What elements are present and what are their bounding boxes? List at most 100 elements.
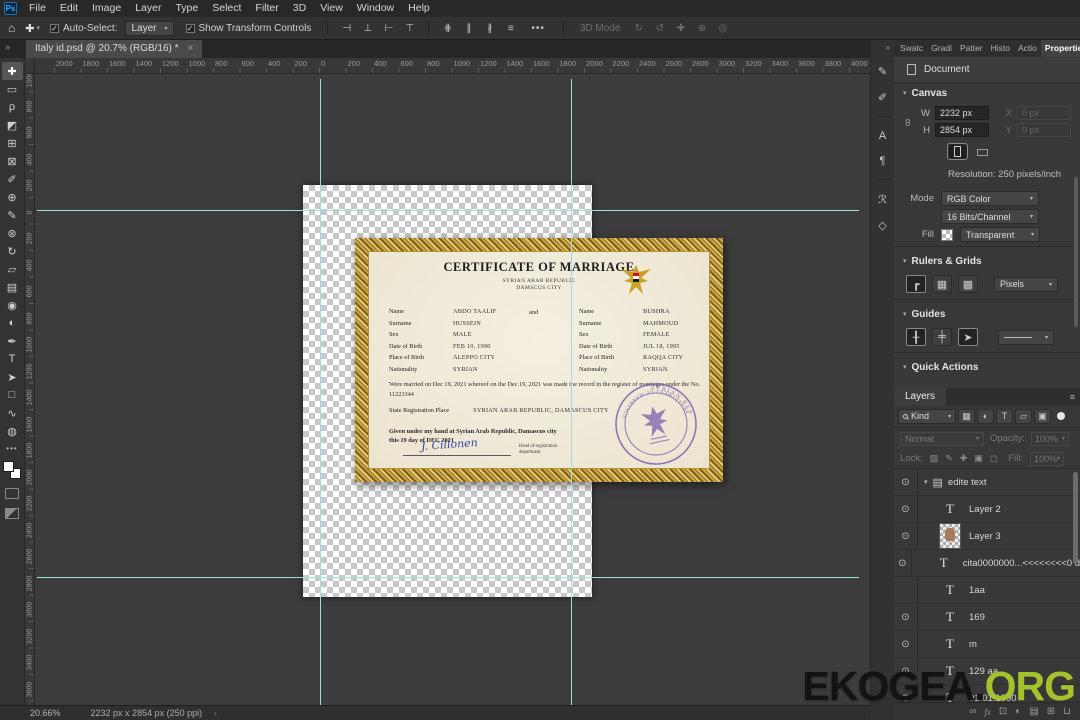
layer-row[interactable]: ⊙ ▾ ▤ edite text [894,469,1080,496]
3d-panel-icon[interactable]: ◇ [878,219,886,232]
object-selection-tool[interactable]: ◩ [2,116,23,134]
panel-tab-properties[interactable]: Properties [1040,40,1080,57]
vertical-ruler[interactable]: 1000 800 600 400 200 0 200 400 600 800 1000 1200 140… [25,74,35,705]
paragraph-panel-icon[interactable]: ¶ [880,155,886,167]
lasso-tool[interactable]: ρ [2,98,23,116]
gradient-tool[interactable]: ▤ [2,278,23,296]
grid-toggle-icon[interactable]: ▦ [932,275,952,293]
horizontal-ruler[interactable]: 2000 1800 1600 1400 1200 1000 800 600 400 200 0 200… [35,58,870,74]
width-input[interactable]: 2232 px [935,106,989,120]
guides-section-header[interactable]: ▾ Guides [894,304,1080,324]
brushes-icon[interactable]: ✐ [878,91,887,104]
portrait-orientation-button[interactable] [947,143,968,160]
panel-tab-patter[interactable]: Patter [956,40,987,57]
clone-stamp-tool[interactable]: ⊛ [2,224,23,242]
distribute-horizontal-icon[interactable]: ≡ [502,23,519,34]
properties-scrollbar[interactable] [1074,177,1078,327]
panel-tab-histo[interactable]: Histo [987,40,1014,57]
vertical-guide[interactable] [571,79,572,705]
visibility-toggle[interactable]: ⊙ [894,496,918,522]
edit-guides-icon[interactable]: ➤ [958,328,978,346]
visibility-toggle[interactable]: ⊙ [894,523,918,549]
lock-paint-icon[interactable]: ✎ [945,453,953,464]
tab-layers[interactable]: Layers [894,388,947,405]
adjustment-filter-icon[interactable]: ◐ [977,408,994,424]
status-chevron-icon[interactable]: › [214,709,217,718]
layer-row[interactable]: ⊙ T Layer 2 [894,496,1080,523]
menu-window[interactable]: Window [350,0,401,17]
quick-mask-button[interactable] [5,488,19,499]
lock-position-icon[interactable]: ✚ [960,453,968,464]
visibility-toggle[interactable]: ⊙ [894,469,918,495]
panel-tab-actio[interactable]: Actio [1014,40,1041,57]
auto-select-checkbox[interactable]: ✓ [49,23,59,33]
screen-mode-button[interactable] [5,508,19,519]
lock-all-icon[interactable]: ◻ [990,453,997,464]
certificate-image-layer[interactable]: CERTIFICATE OF MARRIAGE SYRIAN ARAB REPU… [355,238,723,482]
distribute-top-icon[interactable]: ⋕ [439,23,456,34]
menu-edit[interactable]: Edit [53,0,85,17]
layers-scrollbar[interactable] [1073,472,1078,564]
menu-type[interactable]: Type [168,0,205,17]
guides-toggle-icon[interactable]: ╂ [906,328,926,346]
fill-dropdown[interactable]: Transparent ▾ [960,227,1040,242]
layer-row[interactable]: ⊙ Tm [894,631,1080,658]
move-tool-icon[interactable]: ✚ [25,22,34,35]
align-center-horizontal-icon[interactable]: ⊥ [359,23,376,34]
type-filter-icon[interactable]: T [996,408,1013,424]
horizontal-guide[interactable] [37,577,859,578]
menu-image[interactable]: Image [85,0,128,17]
rectangle-tool[interactable]: □ [2,386,23,404]
history-brush-tool[interactable]: ↻ [2,242,23,260]
hand-tool[interactable]: ∿ [2,404,23,422]
color-swatches[interactable] [3,461,21,479]
filter-toggle[interactable] [1057,412,1065,420]
smart-object-filter-icon[interactable]: ▣ [1034,408,1051,424]
layer-row[interactable]: ⊙ T 169 [894,604,1080,631]
color-mode-dropdown[interactable]: RGB Color ▾ [941,191,1039,206]
chevron-down-icon[interactable]: ▾ [924,478,928,486]
brush-tool[interactable]: ✎ [2,206,23,224]
home-icon[interactable]: ⌂ [8,21,15,35]
units-dropdown[interactable]: Pixels ▾ [994,276,1058,292]
distribute-bottom-icon[interactable]: ∦ [481,23,498,34]
crop-tool[interactable]: ⊞ [2,134,23,152]
panel-menu-icon[interactable]: ≡ [1070,392,1075,402]
blur-tool[interactable]: ◉ [2,296,23,314]
glyphs-panel-icon[interactable]: ℛ [878,193,887,206]
ruler-corner[interactable] [25,58,35,74]
landscape-orientation-button[interactable] [973,144,992,161]
zoom-tool[interactable]: ◍ [2,422,23,440]
more-tools-button[interactable]: ••• [0,444,24,453]
shape-filter-icon[interactable]: ▱ [1015,408,1032,424]
pixel-filter-icon[interactable]: ▦ [958,408,975,424]
kind-filter-dropdown[interactable]: Kind ▾ [898,408,956,424]
foreground-color-swatch[interactable] [3,461,14,472]
layer-row[interactable]: ⊙ Tcita0000000...<<<<<<<<0 d [894,550,1080,577]
ruler-toggle-icon[interactable]: ┏ [906,275,926,293]
height-input[interactable]: 2854 px [935,123,989,137]
close-icon[interactable]: × [188,40,194,58]
panel-tab-gradi[interactable]: Gradi [927,40,956,57]
fill-swatch[interactable] [941,228,953,241]
link-dimensions-icon[interactable]: 8 [905,118,911,129]
show-transform-checkbox[interactable]: ✓ [185,23,195,33]
marquee-tool[interactable]: ▭ [2,80,23,98]
visibility-toggle[interactable]: ⊙ [894,604,918,630]
pen-tool[interactable]: ✒ [2,332,23,350]
align-top-icon[interactable]: ⊤ [401,23,418,34]
type-tool[interactable]: T [2,350,23,368]
eyedropper-tool[interactable]: ✐ [2,170,23,188]
menu-layer[interactable]: Layer [128,0,168,17]
move-tool[interactable]: ✚ [1,62,23,80]
distribute-vertical-icon[interactable]: ∥ [460,23,477,34]
menu-help[interactable]: Help [401,0,437,17]
menu-view[interactable]: View [313,0,350,17]
canvas-viewport[interactable]: CERTIFICATE OF MARRIAGE SYRIAN ARAB REPU… [35,74,870,705]
lock-transparency-icon[interactable]: ▨ [930,453,939,464]
eraser-tool[interactable]: ▱ [2,260,23,278]
visibility-toggle[interactable] [894,577,918,603]
lock-artboard-icon[interactable]: ▣ [974,453,983,464]
healing-brush-tool[interactable]: ⊕ [2,188,23,206]
panel-tab-swatc[interactable]: Swatc [896,40,927,57]
